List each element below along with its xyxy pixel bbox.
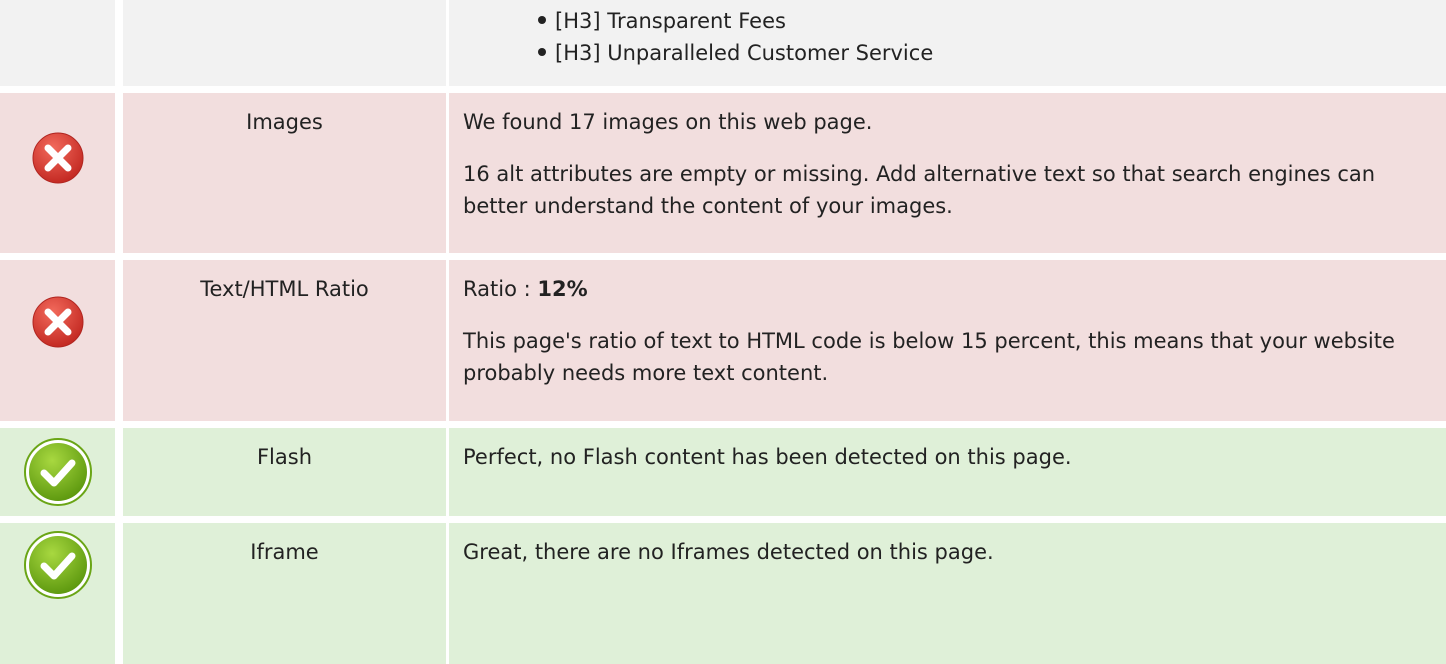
heading-list: [H3] Transparent Fees [H3] Unparalleled … [538, 5, 933, 69]
ratio-value: 12% [537, 277, 588, 301]
check-name: Iframe [250, 540, 319, 564]
check-row-flash: Flash Perfect, no Flash content has been… [0, 428, 1446, 516]
iframe-body-cell: Great, there are no Iframes detected on … [449, 523, 1446, 664]
heading-item-text: [H3] Transparent Fees [555, 9, 786, 33]
images-count-text: We found 17 images on this web page. [463, 110, 873, 134]
check-mark-icon [22, 529, 94, 601]
images-name-cell: Images [123, 93, 446, 253]
bullet-icon [538, 48, 546, 56]
flash-body-cell: Perfect, no Flash content has been detec… [449, 428, 1446, 516]
list-item: [H3] Unparalleled Customer Service [538, 37, 933, 69]
ratio-label: Ratio : [463, 277, 531, 301]
error-x-icon [22, 122, 94, 194]
iframe-name-cell: Iframe [123, 523, 446, 664]
bullet-icon [538, 16, 546, 24]
ratio-icon-cell [0, 260, 115, 421]
images-icon-cell [0, 93, 115, 253]
flash-name-cell: Flash [123, 428, 446, 516]
check-row-images: Images We found 17 images on this web pa… [0, 93, 1446, 253]
check-mark-icon [22, 436, 94, 508]
ratio-body-cell: Ratio : 12% This page's ratio of text to… [449, 260, 1446, 421]
images-alt-text: 16 alt attributes are empty or missing. … [463, 162, 1376, 218]
headings-body-cell: [H3] Transparent Fees [H3] Unparalleled … [449, 0, 1446, 86]
headings-icon-cell [0, 0, 115, 86]
ratio-name-cell: Text/HTML Ratio [123, 260, 446, 421]
check-row-text-html-ratio: Text/HTML Ratio Ratio : 12% This page's … [0, 260, 1446, 421]
headings-name-cell [123, 0, 446, 86]
check-name: Flash [256, 445, 313, 469]
iframe-description: Great, there are no Iframes detected on … [463, 540, 994, 564]
flash-icon-cell [0, 428, 115, 516]
ratio-description: This page's ratio of text to HTML code i… [463, 329, 1395, 385]
check-name: Images [246, 110, 323, 134]
images-body-cell: We found 17 images on this web page. 16 … [449, 93, 1446, 253]
flash-description: Perfect, no Flash content has been detec… [463, 445, 1072, 469]
check-row-iframe: Iframe Great, there are no Iframes detec… [0, 523, 1446, 664]
headings-row: [H3] Transparent Fees [H3] Unparalleled … [0, 0, 1446, 86]
list-item: [H3] Transparent Fees [538, 5, 933, 37]
check-name: Text/HTML Ratio [200, 277, 369, 301]
iframe-icon-cell [0, 523, 115, 664]
heading-item-text: [H3] Unparalleled Customer Service [555, 41, 934, 65]
error-x-icon [22, 286, 94, 358]
ratio-line: Ratio : 12% [463, 260, 1436, 305]
